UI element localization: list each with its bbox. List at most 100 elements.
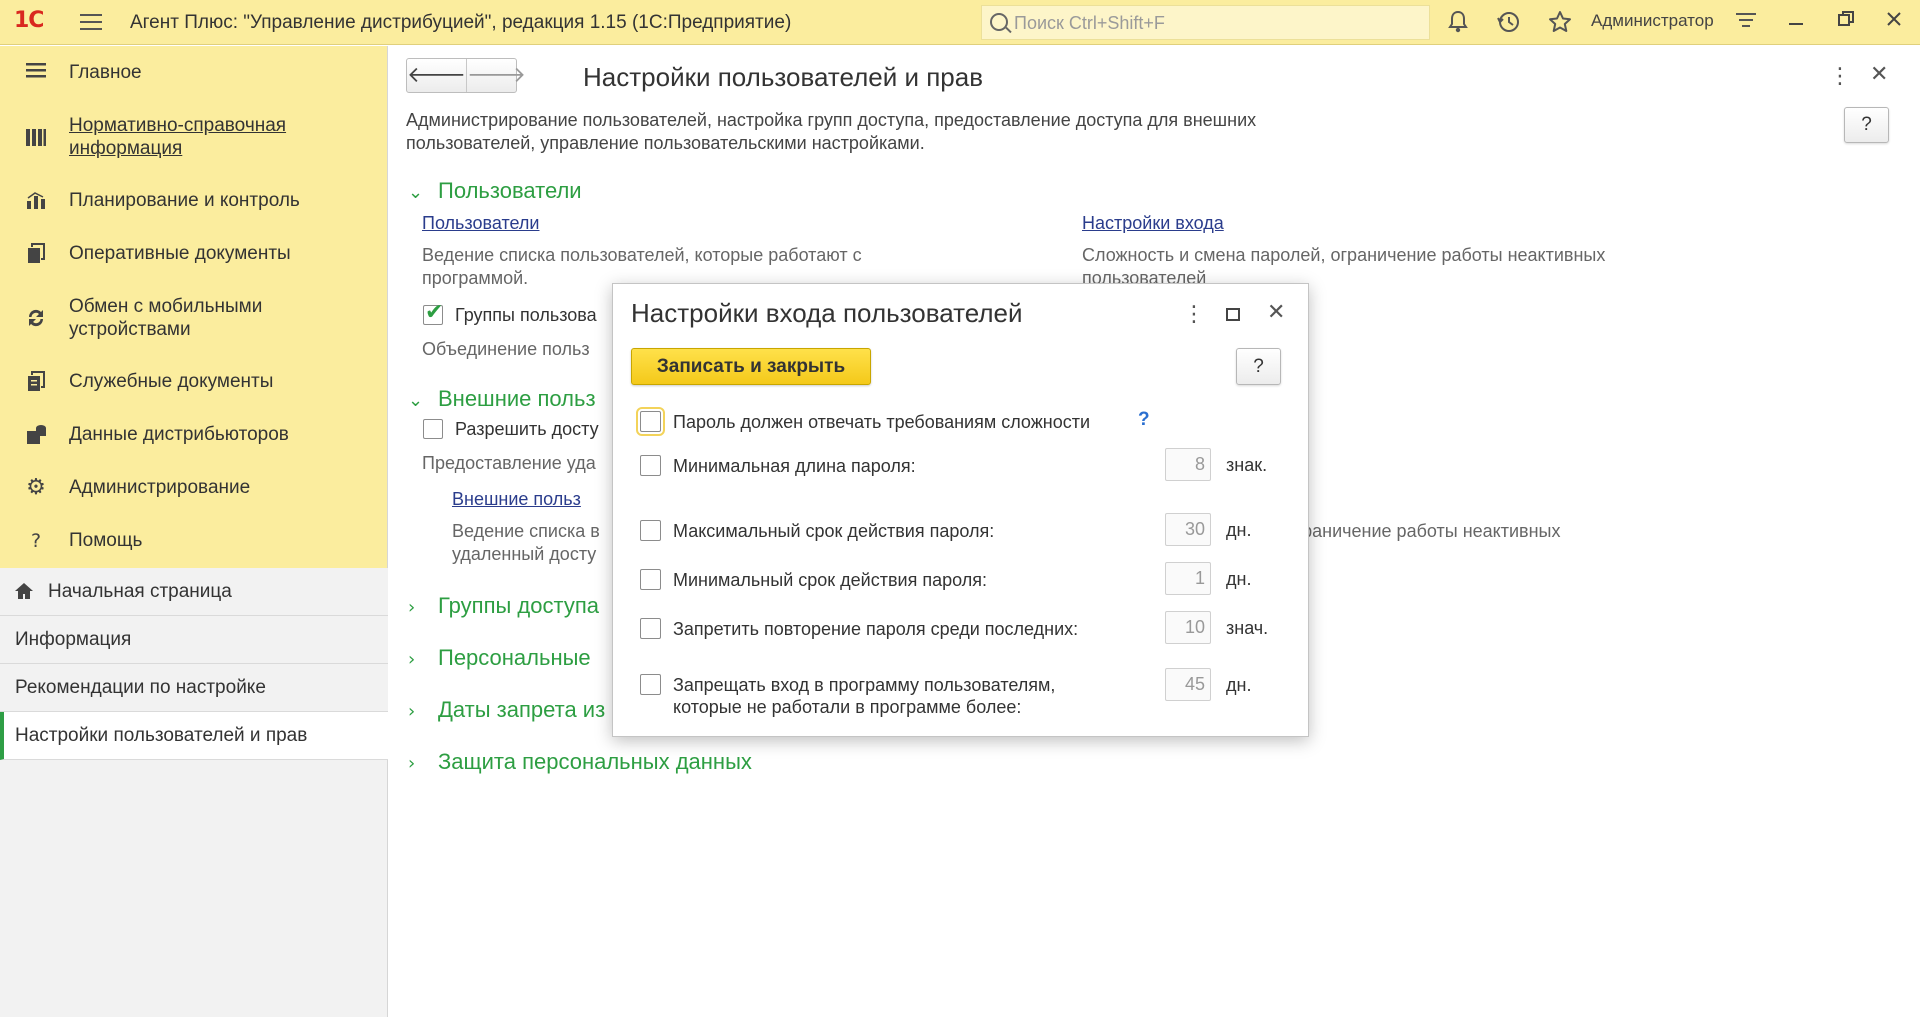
distributor-data-icon xyxy=(24,423,48,447)
sidebar-item-operational-docs[interactable]: Оперативные документы xyxy=(0,242,388,268)
nav-buttons: 🡐 🡒 xyxy=(406,58,526,93)
star-icon[interactable] xyxy=(1546,9,1574,37)
sidebar-item-administration[interactable]: ⚙ Администрирование xyxy=(0,476,388,502)
back-arrow-icon[interactable]: 🡐 xyxy=(407,59,466,92)
restore-icon[interactable] xyxy=(1832,9,1860,37)
search-box[interactable] xyxy=(981,5,1430,40)
close-page-icon[interactable]: ✕ xyxy=(1870,62,1888,87)
bell-icon[interactable] xyxy=(1444,9,1472,37)
sidebar-sections: Главное Нормативно-справочная информация… xyxy=(0,46,387,568)
min-age-checkbox[interactable] xyxy=(640,569,661,590)
inactive-label: Запрещать вход в программу пользователям… xyxy=(673,675,1056,695)
chevron-down-icon: ⌄ xyxy=(408,390,424,411)
close-icon[interactable] xyxy=(1880,9,1908,37)
sidebar-item-main[interactable]: Главное xyxy=(0,61,388,87)
inactive-label-line2: которые не работали в программе более: xyxy=(673,697,1022,717)
users-link[interactable]: Пользователи xyxy=(422,213,539,234)
min-age-unit: дн. xyxy=(1226,569,1252,589)
books-icon xyxy=(24,126,48,150)
sidebar-item-mobile-exchange[interactable]: Обмен с мобильными устройствами xyxy=(0,295,388,345)
dialog-help-button[interactable]: ? xyxy=(1236,348,1281,385)
sidebar-item-distributor-data[interactable]: Данные дистрибьюторов xyxy=(0,423,388,449)
history-label: Запретить повторение пароля среди послед… xyxy=(673,619,1079,639)
menu-lines-icon[interactable] xyxy=(1732,9,1760,37)
complexity-hint-icon[interactable]: ? xyxy=(1138,409,1150,431)
external-users-description-2: удаленный досту xyxy=(452,544,597,564)
user-groups-label: Группы пользова xyxy=(455,305,597,325)
open-item-label: Информация xyxy=(15,629,132,650)
help-button[interactable]: ? xyxy=(1844,107,1889,143)
external-users-link[interactable]: Внешние польз xyxy=(452,489,581,510)
top-bar: 1С Агент Плюс: "Управление дистрибуцией"… xyxy=(0,0,1920,45)
open-item-user-settings[interactable]: Настройки пользователей и прав xyxy=(0,712,388,760)
search-input[interactable] xyxy=(1014,10,1414,36)
user-groups-description: Объединение польз xyxy=(422,339,590,359)
current-user[interactable]: Администратор xyxy=(1591,11,1714,31)
more-actions-icon[interactable]: ⋮ xyxy=(1829,64,1851,89)
min-age-label: Минимальный срок действия пароля: xyxy=(673,570,987,590)
more-actions-icon[interactable]: ⋮ xyxy=(1183,302,1205,327)
group-access-groups[interactable]: › Группы доступа xyxy=(408,593,599,619)
sidebar-item-reference-info[interactable]: Нормативно-справочная информация xyxy=(0,114,388,164)
allow-access-checkbox[interactable] xyxy=(423,419,443,439)
allow-access-label: Разрешить досту xyxy=(455,419,599,439)
sidebar-item-service-docs[interactable]: Служебные документы xyxy=(0,370,388,396)
home-icon xyxy=(15,583,33,599)
allow-access-description: Предоставление уда xyxy=(422,453,596,473)
max-age-checkbox[interactable] xyxy=(640,520,661,541)
sidebar-item-label: Главное xyxy=(69,62,142,83)
history-unit: знач. xyxy=(1226,618,1269,638)
inactive-input[interactable] xyxy=(1165,668,1211,701)
open-item-information[interactable]: Информация xyxy=(0,616,388,664)
page-title: Настройки пользователей и прав xyxy=(583,62,984,92)
min-age-input[interactable] xyxy=(1165,562,1211,595)
sidebar-item-label: Администрирование xyxy=(69,477,251,498)
max-age-label: Максимальный срок действия пароля: xyxy=(673,521,995,541)
search-icon xyxy=(990,13,1008,31)
group-title: Персональные xyxy=(438,645,591,670)
sidebar-item-planning[interactable]: Планирование и контроль xyxy=(0,189,388,215)
login-settings-dialog: Настройки входа пользователей ⋮ ✕ Записа… xyxy=(612,283,1309,737)
question-icon: ? xyxy=(30,530,42,552)
group-title: Группы доступа xyxy=(438,593,599,618)
close-dialog-icon[interactable]: ✕ xyxy=(1267,300,1285,325)
chevron-right-icon: › xyxy=(408,649,416,670)
min-length-checkbox[interactable] xyxy=(640,455,661,476)
maximize-icon[interactable] xyxy=(1226,308,1240,321)
chevron-right-icon: › xyxy=(408,701,416,722)
max-age-input[interactable] xyxy=(1165,513,1211,546)
group-dates[interactable]: › Даты запрета из xyxy=(408,697,605,723)
sidebar: Главное Нормативно-справочная информация… xyxy=(0,46,388,1017)
minimize-icon[interactable] xyxy=(1782,9,1810,37)
group-external-users[interactable]: ⌄ Внешние польз xyxy=(408,386,596,412)
open-item-recommendations[interactable]: Рекомендации по настройке xyxy=(0,664,388,712)
open-item-home[interactable]: Начальная страница xyxy=(0,568,388,616)
history-checkbox[interactable] xyxy=(640,618,661,639)
group-title: Защита персональных данных xyxy=(438,749,752,774)
external-users-description: Ведение списка в xyxy=(452,521,600,541)
user-groups-checkbox[interactable] xyxy=(423,300,443,325)
complexity-checkbox[interactable] xyxy=(636,407,665,436)
group-users[interactable]: ⌄ Пользователи xyxy=(408,178,582,204)
app-title: Агент Плюс: "Управление дистрибуцией", р… xyxy=(130,12,792,33)
chevron-right-icon: › xyxy=(408,753,416,774)
history-icon[interactable] xyxy=(1495,9,1523,37)
inactive-checkbox[interactable] xyxy=(640,674,661,695)
sidebar-item-label: Нормативно-справочная xyxy=(69,115,287,136)
sidebar-item-label: Обмен с мобильными xyxy=(69,296,263,317)
sidebar-item-label: Служебные документы xyxy=(69,371,274,392)
min-length-input[interactable] xyxy=(1165,448,1211,481)
group-data-protection[interactable]: › Защита персональных данных xyxy=(408,749,752,775)
sidebar-item-help[interactable]: ? Помощь xyxy=(0,529,388,555)
forward-arrow-icon[interactable]: 🡒 xyxy=(466,59,526,92)
login-settings-link[interactable]: Настройки входа xyxy=(1082,213,1224,234)
open-windows-list: Начальная страница Информация Рекомендац… xyxy=(0,568,388,760)
login-settings-description: Сложность и смена паролей, ограничение р… xyxy=(1082,245,1606,265)
group-title: Пользователи xyxy=(438,178,582,203)
app-logo: 1С xyxy=(14,8,44,33)
group-personal[interactable]: › Персональные xyxy=(408,645,591,671)
save-and-close-button[interactable]: Записать и закрыть xyxy=(631,348,871,385)
main-menu-icon[interactable] xyxy=(80,14,102,30)
history-input[interactable] xyxy=(1165,611,1211,644)
list-icon xyxy=(24,61,48,85)
